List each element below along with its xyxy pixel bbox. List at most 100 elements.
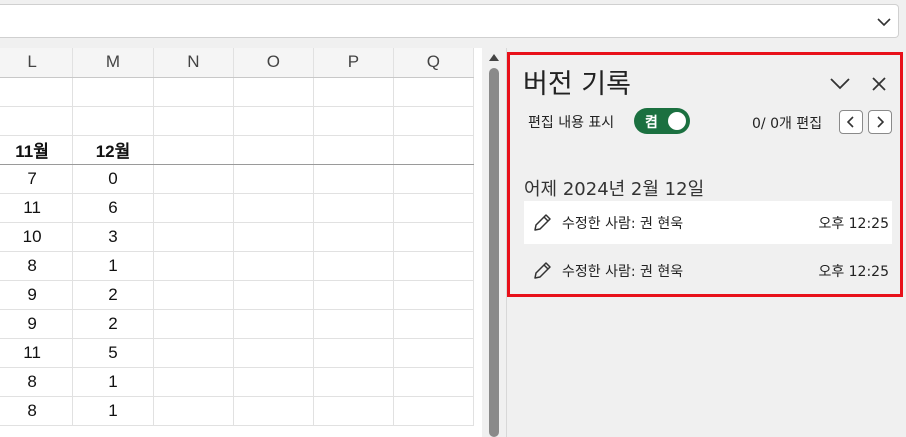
- vertical-scrollbar[interactable]: [482, 48, 506, 437]
- cell[interactable]: 1: [72, 251, 154, 281]
- cell[interactable]: [393, 280, 475, 310]
- column-header-l[interactable]: L: [0, 48, 74, 78]
- cell[interactable]: [153, 367, 234, 397]
- cell[interactable]: [153, 396, 234, 426]
- cell[interactable]: [233, 106, 314, 136]
- cell[interactable]: 3: [72, 222, 154, 252]
- table-row: 11 6: [0, 193, 475, 223]
- cell[interactable]: [72, 106, 154, 136]
- cell[interactable]: [313, 280, 394, 310]
- version-author: 수정한 사람: 권 현욱: [562, 264, 684, 280]
- cell[interactable]: 6: [72, 193, 154, 223]
- table-row: 92: [0, 309, 475, 339]
- table-row: 70: [0, 164, 475, 194]
- cell[interactable]: 11월: [0, 135, 74, 165]
- cell[interactable]: [393, 396, 475, 426]
- column-header-o[interactable]: O: [233, 48, 314, 78]
- cell[interactable]: [0, 106, 74, 136]
- cell[interactable]: [313, 222, 394, 252]
- pencil-icon: [534, 214, 551, 231]
- collapse-chevron-down-icon[interactable]: [828, 72, 852, 96]
- cell[interactable]: 5: [72, 338, 154, 368]
- cell[interactable]: 12월: [72, 135, 154, 165]
- cell[interactable]: [313, 164, 394, 194]
- cell[interactable]: [393, 106, 475, 136]
- cell[interactable]: [313, 106, 394, 136]
- cell[interactable]: 8: [0, 367, 74, 397]
- cell[interactable]: [72, 77, 154, 107]
- cell[interactable]: [0, 77, 74, 107]
- cell[interactable]: [393, 338, 475, 368]
- cell[interactable]: 11: [0, 193, 74, 223]
- cell[interactable]: [313, 338, 394, 368]
- cell[interactable]: [393, 164, 475, 194]
- cell[interactable]: [153, 309, 234, 339]
- cell[interactable]: [233, 193, 314, 223]
- cell[interactable]: 2: [72, 309, 154, 339]
- cell[interactable]: [313, 309, 394, 339]
- cell[interactable]: 8: [0, 396, 74, 426]
- column-header-q[interactable]: Q: [393, 48, 475, 78]
- cell[interactable]: [153, 106, 234, 136]
- table-row: 81: [0, 251, 475, 281]
- cell[interactable]: [233, 280, 314, 310]
- cell[interactable]: [393, 367, 475, 397]
- cell[interactable]: [153, 222, 234, 252]
- cell[interactable]: [233, 164, 314, 194]
- cell[interactable]: [153, 135, 234, 165]
- formula-expand-chevron-icon[interactable]: [876, 14, 892, 30]
- scroll-up-arrow-icon[interactable]: [489, 54, 499, 61]
- table-row: [0, 106, 475, 136]
- chevron-right-icon: [877, 116, 884, 128]
- cell[interactable]: 7: [0, 164, 74, 194]
- cell[interactable]: [393, 193, 475, 223]
- scrollbar-thumb[interactable]: [489, 68, 499, 437]
- cell[interactable]: [153, 251, 234, 281]
- column-header-n[interactable]: N: [153, 48, 234, 78]
- cell[interactable]: 9: [0, 280, 74, 310]
- cell[interactable]: [153, 164, 234, 194]
- cell[interactable]: [233, 77, 314, 107]
- cell[interactable]: [393, 77, 475, 107]
- cell[interactable]: [313, 251, 394, 281]
- cell[interactable]: [313, 367, 394, 397]
- cell[interactable]: 0: [72, 164, 154, 194]
- cell[interactable]: [153, 193, 234, 223]
- cell[interactable]: [393, 222, 475, 252]
- cell[interactable]: [233, 135, 314, 165]
- previous-edit-button[interactable]: [839, 110, 863, 134]
- cell[interactable]: [233, 309, 314, 339]
- version-entry[interactable]: 수정한 사람: 권 현욱 오후 12:25: [524, 249, 892, 292]
- table-row: 81: [0, 367, 475, 397]
- version-time: 오후 12:25: [818, 216, 889, 232]
- cell[interactable]: [393, 135, 475, 165]
- close-icon[interactable]: [867, 72, 891, 96]
- cell[interactable]: [153, 338, 234, 368]
- cell[interactable]: [233, 396, 314, 426]
- cell[interactable]: [313, 193, 394, 223]
- cell[interactable]: 9: [0, 309, 74, 339]
- cell[interactable]: [313, 135, 394, 165]
- cell[interactable]: [233, 251, 314, 281]
- cell[interactable]: [393, 251, 475, 281]
- cell[interactable]: 1: [72, 367, 154, 397]
- cell[interactable]: [313, 77, 394, 107]
- cell[interactable]: 2: [72, 280, 154, 310]
- next-edit-button[interactable]: [868, 110, 892, 134]
- cell[interactable]: [393, 309, 475, 339]
- cell[interactable]: 1: [72, 396, 154, 426]
- show-changes-toggle[interactable]: 켬: [634, 108, 690, 134]
- cell[interactable]: 11: [0, 338, 74, 368]
- cell[interactable]: [233, 367, 314, 397]
- formula-bar[interactable]: [0, 4, 899, 38]
- cell[interactable]: [233, 222, 314, 252]
- version-entry[interactable]: 수정한 사람: 권 현욱 오후 12:25: [524, 201, 892, 244]
- cell[interactable]: [313, 396, 394, 426]
- column-header-m[interactable]: M: [72, 48, 154, 78]
- column-header-p[interactable]: P: [313, 48, 394, 78]
- cell[interactable]: [153, 77, 234, 107]
- cell[interactable]: 10: [0, 222, 74, 252]
- cell[interactable]: [153, 280, 234, 310]
- cell[interactable]: [233, 338, 314, 368]
- cell[interactable]: 8: [0, 251, 74, 281]
